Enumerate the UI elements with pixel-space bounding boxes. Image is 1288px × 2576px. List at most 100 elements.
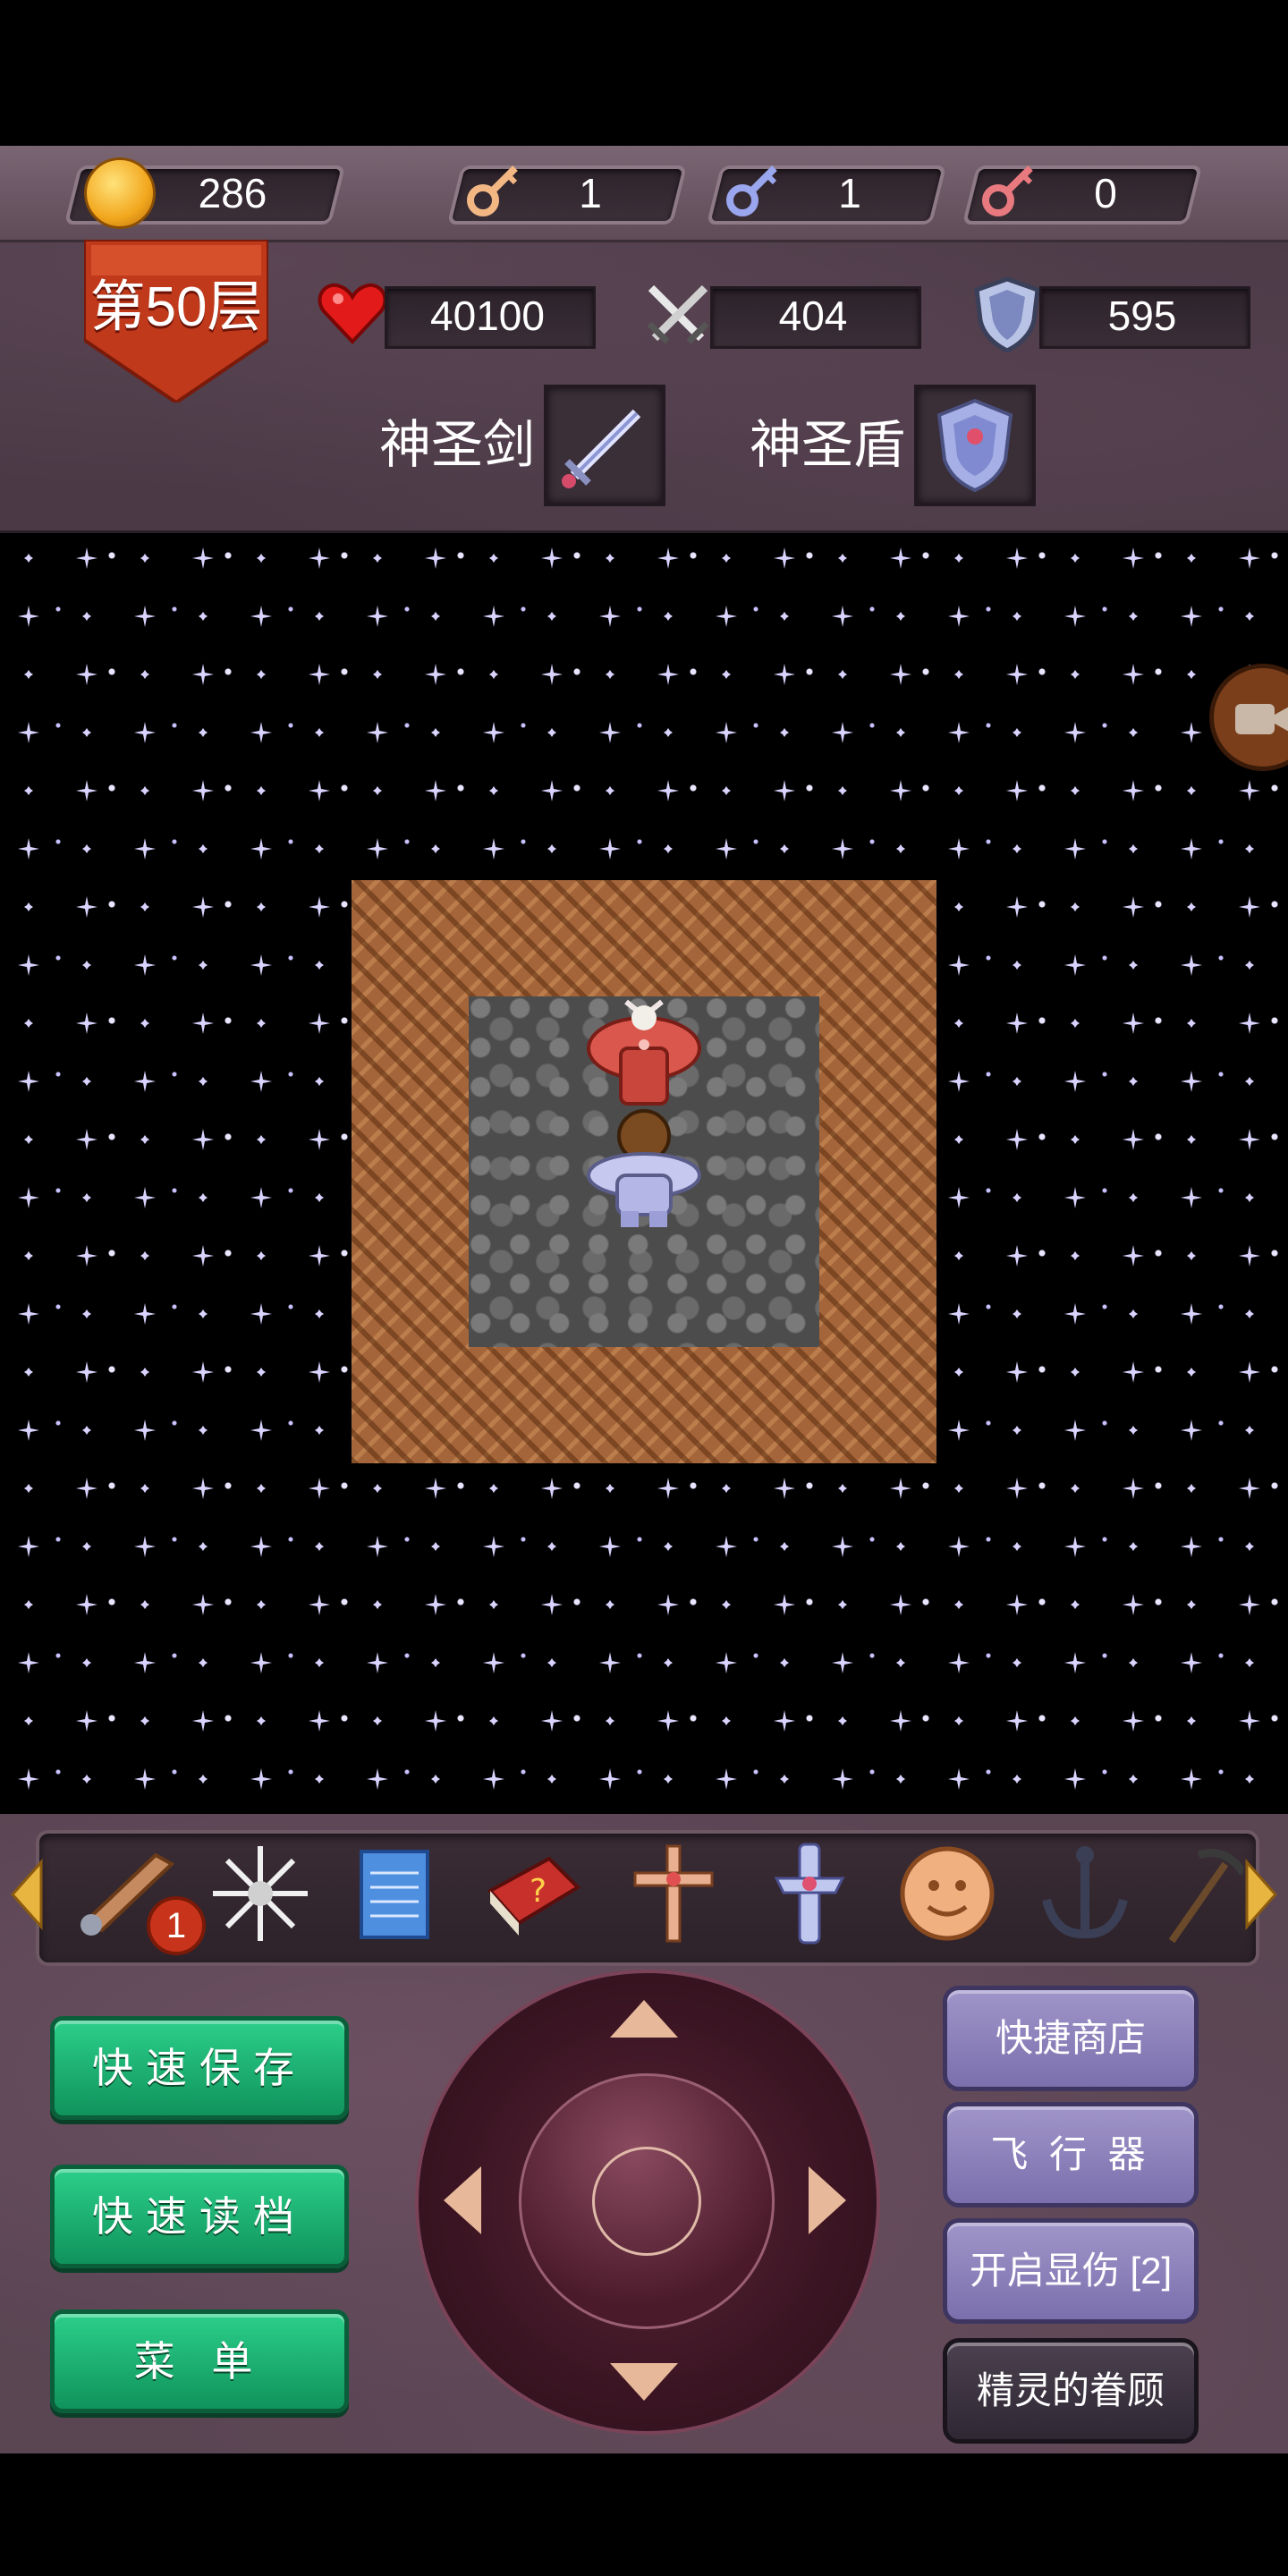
star-sparkle [954, 1484, 963, 1493]
star-sparkle [76, 547, 97, 569]
star-sparkle [1123, 1129, 1144, 1150]
star-sparkle [315, 1077, 324, 1086]
star-sparkle [1245, 1426, 1254, 1435]
shield-slot[interactable] [914, 385, 1036, 506]
record-video-button[interactable] [1209, 664, 1288, 771]
star-sparkle [309, 1361, 330, 1383]
star-sparkle [1123, 1594, 1144, 1615]
star-sparkle [134, 1536, 156, 1557]
star-sparkle [716, 722, 737, 743]
down-arrow-icon[interactable] [608, 2361, 680, 2402]
star-sparkle [489, 670, 498, 679]
cross-item-icon[interactable] [617, 1837, 730, 1950]
star-sparkle [76, 1478, 97, 1499]
quick-save-button[interactable]: 快速保存 [50, 2016, 349, 2120]
star-sparkle [896, 1542, 905, 1551]
star-sparkle [774, 547, 795, 569]
star-sparkle [199, 1775, 208, 1784]
star-sparkle [140, 1135, 149, 1144]
anchor-item-icon[interactable] [1029, 1837, 1141, 1950]
star-sparkle [431, 844, 440, 853]
dpad-center-ring[interactable] [592, 2147, 701, 2256]
star-sparkle [373, 1716, 382, 1725]
star-sparkle [82, 961, 91, 970]
star-sparkle [716, 1536, 737, 1557]
pickaxe-item-icon[interactable] [1163, 1837, 1243, 1950]
star-sparkle [140, 670, 149, 679]
holy-shield-icon [936, 398, 1013, 493]
star-sparkle [948, 1652, 970, 1674]
star-sparkle [1006, 1129, 1028, 1150]
star-sparkle [954, 1368, 963, 1377]
star-sparkle [1064, 1768, 1086, 1790]
star-sparkle [606, 670, 614, 679]
star-sparkle [1064, 1419, 1086, 1441]
star-sparkle [1006, 780, 1028, 801]
star-sparkle [1064, 954, 1086, 976]
menu-button[interactable]: 菜 单 [50, 2309, 349, 2413]
star-sparkle [315, 612, 324, 621]
star-sparkle [774, 780, 795, 801]
star-sparkle [192, 1478, 214, 1499]
star-sparkle [1013, 961, 1021, 970]
star-sparkle [599, 838, 621, 860]
star-sparkle [367, 838, 388, 860]
star-sparkle [1239, 780, 1260, 801]
star-sparkle [948, 954, 970, 976]
star-sparkle [1064, 1187, 1086, 1208]
star-sparkle [1187, 1251, 1196, 1260]
star-sparkle [250, 1768, 272, 1790]
star-sparkle [373, 1484, 382, 1493]
star-sparkle [24, 1716, 33, 1725]
star-sparkle [1239, 1478, 1260, 1499]
star-sparkle [257, 1019, 266, 1028]
monster-book-icon[interactable]: ? [478, 1837, 590, 1950]
star-sparkle [1071, 1716, 1080, 1725]
red-knight-boss-sprite[interactable] [581, 995, 707, 1111]
star-sparkle [199, 1658, 208, 1667]
star-sparkle [24, 1600, 33, 1609]
left-arrow-icon[interactable] [442, 2165, 483, 2236]
spirit-blessing-button[interactable]: 精灵的眷顾 [943, 2338, 1199, 2444]
star-sparkle [1013, 1775, 1021, 1784]
quick-load-button[interactable]: 快速读档 [50, 2165, 349, 2268]
quick-shop-button[interactable]: 快捷商店 [943, 1986, 1199, 2091]
star-sparkle [890, 1594, 911, 1615]
coin-face-item-icon[interactable] [891, 1837, 1004, 1950]
star-sparkle [954, 902, 963, 911]
star-sparkle [606, 1484, 614, 1493]
scroll-left-arrow-icon[interactable] [9, 1859, 45, 1930]
star-sparkle [1123, 1361, 1144, 1383]
star-sparkle [1013, 1193, 1021, 1202]
star-sparkle [838, 1484, 847, 1493]
star-sparkle [373, 786, 382, 795]
star-sparkle [315, 1309, 324, 1318]
flyer-button[interactable]: 飞 行 器 [943, 2102, 1199, 2207]
show-damage-button[interactable]: 开启显伤 [2] [943, 2218, 1199, 2324]
snowflake-item-icon[interactable] [204, 1837, 317, 1950]
video-camera-icon [1235, 704, 1288, 734]
notebook-item-icon[interactable] [340, 1837, 453, 1950]
star-sparkle [1239, 1594, 1260, 1615]
star-sparkle [257, 1600, 266, 1609]
hero-sprite[interactable] [583, 1106, 705, 1231]
star-sparkle [250, 722, 272, 743]
star-sparkle [1123, 1013, 1144, 1034]
up-arrow-icon[interactable] [608, 1998, 680, 2039]
star-sparkle [315, 1426, 324, 1435]
right-arrow-icon[interactable] [807, 2165, 848, 2236]
star-sparkle [309, 896, 330, 918]
item-count-badge: 1 [147, 1896, 206, 1955]
holy-cross-item-icon[interactable] [753, 1837, 866, 1950]
star-sparkle [425, 664, 446, 685]
star-sparkle [18, 1187, 39, 1208]
star-sparkle [948, 1768, 970, 1790]
scroll-right-arrow-icon[interactable] [1243, 1859, 1279, 1930]
weapon-slot[interactable] [544, 385, 665, 506]
star-sparkle [541, 780, 563, 801]
star-sparkle [1129, 844, 1138, 853]
star-sparkle [599, 606, 621, 627]
star-sparkle [309, 1245, 330, 1267]
star-sparkle [82, 1077, 91, 1086]
star-sparkle [309, 1478, 330, 1499]
